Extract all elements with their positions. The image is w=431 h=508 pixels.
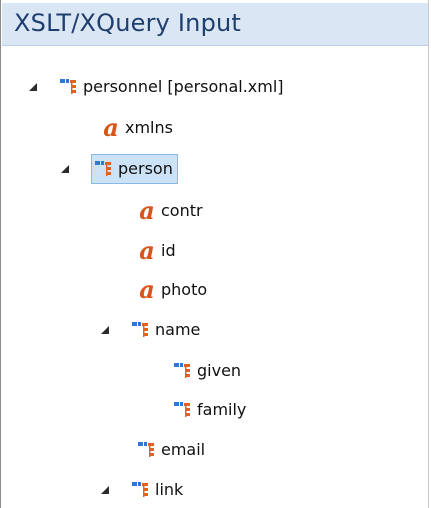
panel-title-bar: XSLT/XQuery Input xyxy=(2,3,428,46)
tree-node-link-content[interactable]: link xyxy=(129,475,187,505)
xml-element-icon xyxy=(174,363,190,378)
tree-node-contr[interactable]: a contr xyxy=(135,194,207,228)
tree-node-given[interactable]: given xyxy=(171,354,245,388)
tree-node-label: given xyxy=(197,361,242,380)
tree-node-email[interactable]: email xyxy=(135,433,209,467)
tree-node-label: link xyxy=(155,480,184,499)
xslt-xquery-input-panel: XSLT/XQuery Input personnel [personal.xm… xyxy=(0,0,429,508)
expanded-triangle-icon[interactable] xyxy=(101,486,109,494)
tree-node-name-content[interactable]: name xyxy=(129,315,204,345)
tree-node-label: email xyxy=(161,440,206,459)
xml-element-icon xyxy=(132,322,148,337)
tree-node-photo[interactable]: a photo xyxy=(135,273,211,307)
tree-node-id[interactable]: a id xyxy=(135,234,180,268)
expanded-triangle-icon[interactable] xyxy=(29,83,37,91)
xml-attribute-icon: a xyxy=(103,113,119,142)
tree-node-label: id xyxy=(161,241,176,260)
expanded-triangle-icon[interactable] xyxy=(101,326,109,334)
tree-node-given-content[interactable]: given xyxy=(171,356,245,386)
xml-attribute-icon: a xyxy=(139,196,155,225)
tree-node-person[interactable]: person xyxy=(61,152,178,186)
tree-node-id-content[interactable]: a id xyxy=(135,236,180,266)
xml-element-icon xyxy=(174,402,190,417)
tree-node-personnel[interactable]: personnel [personal.xml] xyxy=(29,70,288,104)
xml-element-icon xyxy=(138,442,154,457)
tree-node-name[interactable]: name xyxy=(101,313,204,347)
tree-node-family-content[interactable]: family xyxy=(171,395,250,425)
tree-node-xmlns[interactable]: a xmlns xyxy=(99,111,177,145)
tree-node-label: name xyxy=(155,320,201,339)
tree-node-link[interactable]: link xyxy=(101,473,187,507)
xml-attribute-icon: a xyxy=(139,275,155,304)
tree-node-email-content[interactable]: email xyxy=(135,435,209,465)
tree-node-family[interactable]: family xyxy=(171,393,250,427)
tree-node-label: personnel [personal.xml] xyxy=(83,77,284,96)
tree-node-photo-content[interactable]: a photo xyxy=(135,275,211,305)
tree-node-label: contr xyxy=(161,201,203,220)
expanded-triangle-icon[interactable] xyxy=(61,165,69,173)
xml-element-icon xyxy=(132,482,148,497)
tree-node-label: photo xyxy=(161,280,208,299)
tree-node-label: person xyxy=(118,159,173,178)
tree-node-contr-content[interactable]: a contr xyxy=(135,196,207,226)
panel-title: XSLT/XQuery Input xyxy=(14,9,242,37)
tree-node-label: xmlns xyxy=(125,118,173,137)
xml-element-icon xyxy=(60,79,76,94)
tree-node-xmlns-content[interactable]: a xmlns xyxy=(99,113,177,143)
xml-element-icon xyxy=(95,161,111,176)
tree-node-personnel-content[interactable]: personnel [personal.xml] xyxy=(57,72,288,102)
tree-node-person-content[interactable]: person xyxy=(91,154,178,184)
xml-attribute-icon: a xyxy=(139,236,155,265)
tree-node-label: family xyxy=(197,400,247,419)
